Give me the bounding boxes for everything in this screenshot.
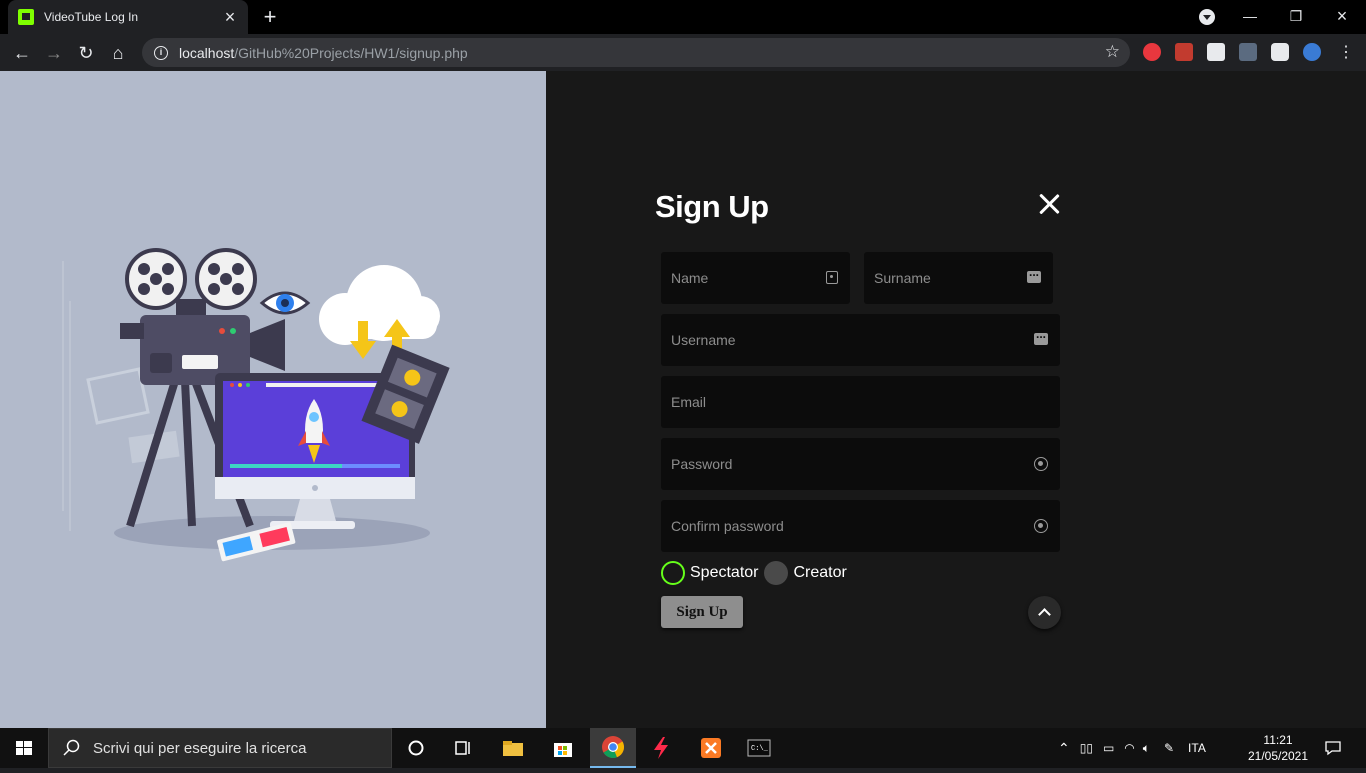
clock-time: 11:21 <box>1263 733 1293 747</box>
tab-search-icon[interactable] <box>1199 9 1215 25</box>
forward-arrow-icon[interactable]: → <box>40 39 68 67</box>
hero-illustration-panel <box>0 71 546 728</box>
reload-icon[interactable]: ↻ <box>72 39 100 67</box>
taskbar: Scrivi qui per eseguire la ricerca C:\_ … <box>0 728 1366 768</box>
creator-label[interactable]: Creator <box>793 564 846 582</box>
tab-title: VideoTube Log In <box>44 10 139 24</box>
profile-avatar[interactable] <box>1303 43 1321 61</box>
xampp-icon[interactable] <box>688 728 734 768</box>
meet-now-icon[interactable]: ▯▯ <box>1080 741 1093 755</box>
video-production-illustration <box>62 248 450 562</box>
minimize-icon[interactable]: — <box>1227 0 1273 34</box>
spectator-radio[interactable] <box>661 561 685 585</box>
username-field[interactable] <box>661 314 1060 366</box>
notifications-icon[interactable] <box>1318 728 1348 768</box>
back-arrow-icon[interactable]: ← <box>8 39 36 67</box>
close-icon[interactable] <box>1036 191 1062 217</box>
bookmark-star-icon[interactable]: ☆ <box>1105 42 1120 62</box>
email-input[interactable] <box>671 376 1060 428</box>
menu-kebab-icon[interactable]: ⋮ <box>1332 39 1360 67</box>
key-icon[interactable] <box>1034 519 1048 533</box>
password-manager-icon[interactable] <box>1034 327 1048 345</box>
calculator-icon[interactable] <box>1207 43 1225 61</box>
url-host: localhost <box>179 44 235 61</box>
home-icon[interactable]: ⌂ <box>104 39 132 67</box>
id-card-icon <box>826 271 838 284</box>
url-path: /GitHub%20Projects/HW1/signup.php <box>234 44 468 61</box>
puzzle-icon[interactable] <box>1271 43 1289 61</box>
username-input[interactable] <box>671 314 1060 366</box>
search-icon <box>63 739 80 756</box>
file-explorer-icon[interactable] <box>490 728 536 768</box>
role-selector: Spectator Creator <box>661 561 847 585</box>
password-input[interactable] <box>671 438 1060 490</box>
confirm-password-input[interactable] <box>671 500 1060 552</box>
battery-icon[interactable]: ▭ <box>1103 741 1114 755</box>
name-input[interactable] <box>671 252 850 304</box>
signup-title: Sign Up <box>655 189 769 224</box>
task-view-icon[interactable] <box>440 728 486 768</box>
pen-icon[interactable]: ✎ <box>1164 741 1174 755</box>
taskbar-clock[interactable]: 11:21 21/05/2021 <box>1246 732 1310 764</box>
windows-start-icon[interactable] <box>0 728 48 768</box>
clock-date: 21/05/2021 <box>1247 749 1309 763</box>
language-indicator[interactable]: ITA <box>1188 741 1206 755</box>
terminal-icon[interactable]: C:\_ <box>736 728 782 768</box>
browser-tab[interactable]: VideoTube Log In × <box>8 0 248 34</box>
address-bar[interactable]: i localhost/GitHub%20Projects/HW1/signup… <box>142 38 1130 67</box>
tab-close-icon[interactable]: × <box>222 7 238 28</box>
password-manager-icon[interactable] <box>1027 265 1041 283</box>
signup-submit-button[interactable]: Sign Up <box>661 596 743 628</box>
lightning-app-icon[interactable] <box>638 728 684 768</box>
new-tab-icon[interactable]: + <box>258 5 282 29</box>
taskbar-search[interactable]: Scrivi qui per eseguire la ricerca <box>48 728 392 768</box>
dots-icon[interactable] <box>1239 43 1257 61</box>
name-field[interactable] <box>661 252 850 304</box>
email-field[interactable] <box>661 376 1060 428</box>
scroll-to-top-button[interactable] <box>1028 596 1061 629</box>
wifi-icon[interactable]: ◠ <box>1124 741 1134 755</box>
svg-text:C:\_: C:\_ <box>751 745 769 753</box>
system-tray: ⌃ ▯▯ ▭ ◠ 🔈︎ ✎ ITA <box>1058 728 1206 768</box>
key-icon[interactable] <box>1034 457 1048 471</box>
confirm-password-field[interactable] <box>661 500 1060 552</box>
chevron-up-icon[interactable]: ⌃ <box>1058 740 1070 757</box>
search-placeholder: Scrivi qui per eseguire la ricerca <box>93 739 307 757</box>
browser-toolbar: ← → ↻ ⌂ i localhost/GitHub%20Projects/HW… <box>0 34 1366 71</box>
chrome-icon[interactable] <box>590 728 636 768</box>
store-icon[interactable] <box>540 728 586 768</box>
site-info-icon[interactable]: i <box>154 45 168 60</box>
restore-icon[interactable]: ❐ <box>1273 0 1319 34</box>
page-content: Sign Up Spectator Creator Sign Up <box>0 71 1366 728</box>
spectator-label[interactable]: Spectator <box>690 564 758 582</box>
videotube-favicon-icon <box>18 9 34 25</box>
window-close-icon[interactable]: × <box>1319 0 1365 34</box>
surname-field[interactable] <box>864 252 1053 304</box>
abp-icon[interactable] <box>1143 43 1161 61</box>
volume-icon[interactable]: 🔈︎ <box>1143 741 1150 756</box>
creator-radio[interactable] <box>764 561 789 585</box>
cortana-icon[interactable] <box>393 728 439 768</box>
password-field[interactable] <box>661 438 1060 490</box>
tab-strip: VideoTube Log In × + — ❐ × <box>0 0 1366 34</box>
wallet-icon[interactable] <box>1175 43 1193 61</box>
